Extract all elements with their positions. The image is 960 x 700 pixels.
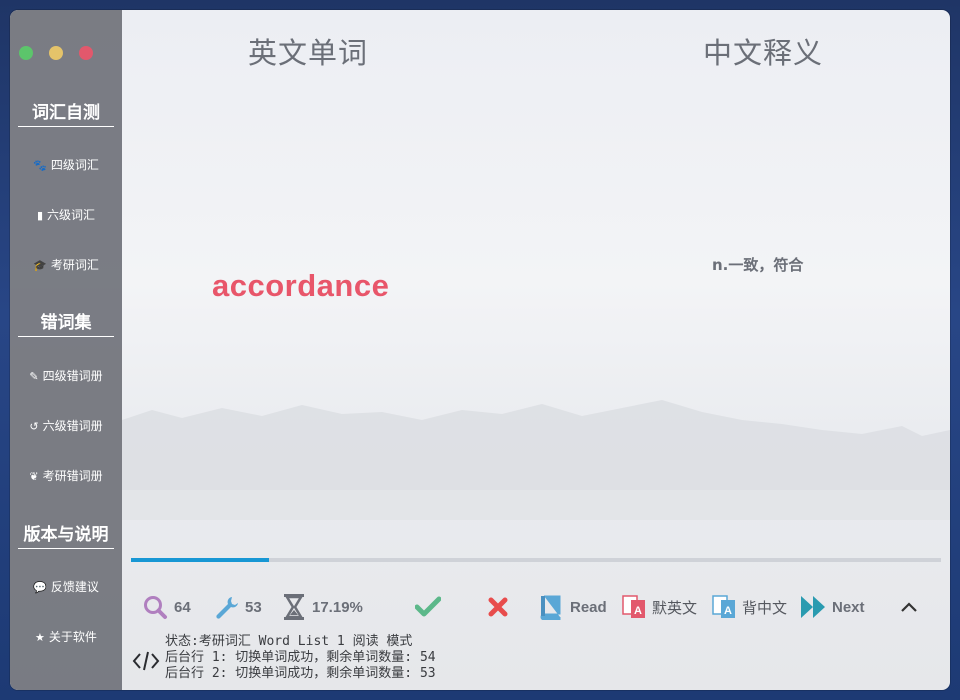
main-panel: 英文单词 中文释义 accordance n.一致，符合 64 53 17.19… [122, 10, 950, 690]
code-icon[interactable] [132, 650, 160, 672]
next-label: Next [832, 598, 865, 616]
chinese-meaning: n.一致，符合 [712, 256, 804, 274]
paw-icon: 🐾 [33, 159, 47, 172]
app-window: 词汇自测 🐾 四级词汇 ▮ 六级词汇 🎓 考研词汇 错词集 ✎ 四级错词册 ↺ 六级错词册… [10, 10, 950, 690]
book-icon: ▮ [36, 209, 44, 222]
read-button[interactable]: Read [538, 590, 607, 624]
fast-forward-icon [801, 596, 825, 618]
sidebar-item-feedback[interactable]: 💬 反馈建议 [10, 578, 122, 595]
sidebar-item-cet4-vocab[interactable]: 🐾 四级词汇 [10, 156, 122, 173]
sidebar-item-label: 考研错词册 [42, 469, 103, 483]
translate-icon: A [622, 595, 645, 618]
sidebar: 词汇自测 🐾 四级词汇 ▮ 六级词汇 🎓 考研词汇 错词集 ✎ 四级错词册 ↺ 六级错词册… [10, 10, 122, 690]
search-icon [144, 596, 167, 619]
sidebar-item-label: 考研词汇 [50, 258, 99, 272]
wrench-count-button[interactable]: 53 [213, 590, 262, 624]
chinese-meaning-header: 中文释义 [703, 36, 824, 70]
minimize-button[interactable] [49, 46, 63, 60]
maximize-button[interactable] [19, 46, 33, 60]
search-count: 64 [174, 598, 191, 616]
log-line: 后台行 1: 切换单词成功，剩余单词数量: 54 [165, 650, 436, 665]
svg-text:A: A [724, 605, 732, 617]
dictate-english-label: 默英文 [652, 598, 698, 617]
cross-icon [488, 597, 508, 617]
comment-icon: 💬 [33, 581, 47, 594]
recite-chinese-button[interactable]: A 背中文 [712, 590, 787, 624]
log-line: 后台行 2: 切换单词成功，剩余单词数量: 53 [165, 666, 436, 681]
sidebar-item-label: 四级错词册 [42, 369, 103, 383]
chevron-up-icon [901, 602, 917, 612]
section-title-vocab-test: 词汇自测 [18, 98, 114, 127]
toolbar: 64 53 17.19% Read A 默英文 A 背中文 Next [122, 590, 950, 626]
window-controls [19, 46, 93, 60]
sidebar-item-about[interactable]: ★ 关于软件 [10, 628, 122, 645]
star-icon: ★ [35, 631, 45, 644]
sidebar-item-cet4-wrong[interactable]: ✎ 四级错词册 [10, 367, 122, 384]
wrench-icon [216, 597, 238, 619]
sidebar-item-postgrad-vocab[interactable]: 🎓 考研词汇 [10, 256, 122, 273]
section-title-version-info: 版本与说明 [18, 520, 114, 549]
hourglass-icon [284, 594, 304, 620]
english-word-header: 英文单词 [248, 36, 369, 70]
progress-bar [131, 558, 941, 562]
unknown-button[interactable] [488, 590, 514, 624]
history-icon: ↺ [29, 420, 39, 433]
sidebar-item-cet6-wrong[interactable]: ↺ 六级错词册 [10, 417, 122, 434]
progress-fill [131, 558, 269, 562]
wrench-count: 53 [245, 598, 262, 616]
svg-text:A: A [634, 605, 642, 617]
english-word: accordance [212, 268, 390, 303]
translate-icon: A [712, 595, 735, 618]
recite-chinese-label: 背中文 [742, 598, 788, 617]
collapse-button[interactable] [900, 590, 924, 624]
next-button[interactable]: Next [800, 590, 865, 624]
book-icon [540, 595, 561, 620]
read-label: Read [570, 598, 607, 616]
sidebar-item-cet6-vocab[interactable]: ▮ 六级词汇 [10, 206, 122, 223]
status-log: 状态:考研词汇 Word List 1 阅读 模式 后台行 1: 切换单词成功，… [165, 634, 436, 682]
sidebar-item-label: 六级错词册 [42, 419, 103, 433]
sidebar-item-postgrad-wrong[interactable]: ❦ 考研错词册 [10, 467, 122, 484]
dictate-english-button[interactable]: A 默英文 [622, 590, 697, 624]
known-button[interactable] [415, 590, 447, 624]
close-button[interactable] [79, 46, 93, 60]
progress-percent-button[interactable]: 17.19% [282, 590, 363, 624]
edit-icon: ✎ [29, 370, 39, 383]
sidebar-item-label: 关于软件 [48, 630, 97, 644]
leaf-icon: ❦ [29, 470, 39, 483]
search-count-button[interactable]: 64 [142, 590, 191, 624]
sidebar-item-label: 四级词汇 [50, 158, 99, 172]
graduation-cap-icon: 🎓 [33, 259, 47, 272]
log-line: 状态:考研词汇 Word List 1 阅读 模式 [165, 634, 413, 649]
section-title-wrong-words: 错词集 [18, 308, 114, 337]
sidebar-item-label: 反馈建议 [50, 580, 99, 594]
progress-percent: 17.19% [312, 598, 363, 616]
sidebar-item-label: 六级词汇 [47, 208, 96, 222]
check-icon [415, 596, 441, 617]
